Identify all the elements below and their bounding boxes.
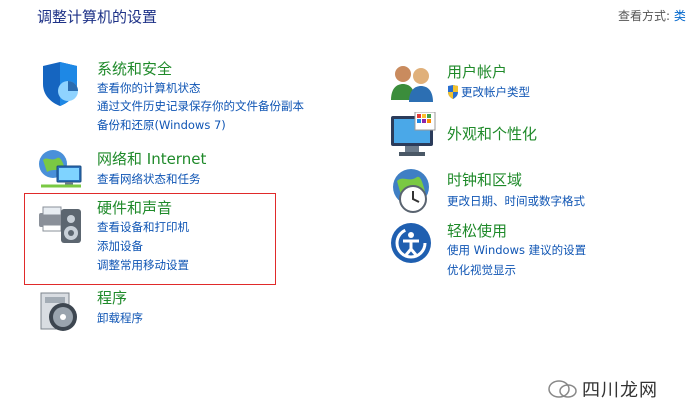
- clock-globe-icon[interactable]: [389, 167, 439, 217]
- page-title: 调整计算机的设置: [37, 8, 158, 26]
- link-network-status[interactable]: 查看网络状态和任务: [97, 171, 201, 187]
- category-title-hardware-sound[interactable]: 硬件和声音: [97, 197, 172, 218]
- link-date-time-format[interactable]: 更改日期、时间或数字格式: [447, 193, 585, 209]
- category-title-appearance[interactable]: 外观和个性化: [447, 123, 537, 144]
- network-globe-icon[interactable]: [37, 146, 87, 196]
- category-title-user-accounts[interactable]: 用户帐户: [447, 61, 507, 82]
- category-network: 网络和 Internet 查看网络状态和任务: [37, 146, 297, 190]
- programs-disc-icon[interactable]: [37, 289, 87, 339]
- uac-shield-icon: [447, 84, 459, 99]
- category-title-ease-access[interactable]: 轻松使用: [447, 220, 507, 241]
- category-hardware-sound: 硬件和声音 查看设备和打印机 添加设备 调整常用移动设置: [37, 197, 272, 281]
- view-mode-label: 查看方式:: [618, 9, 671, 23]
- link-uninstall-program[interactable]: 卸载程序: [97, 310, 143, 326]
- category-programs: 程序 卸载程序: [37, 287, 237, 335]
- category-user-accounts: 用户帐户 更改帐户类型: [389, 60, 649, 104]
- category-clock-region: 时钟和区域 更改日期、时间或数字格式: [389, 167, 669, 215]
- link-mobility-settings[interactable]: 调整常用移动设置: [97, 257, 189, 273]
- category-title-network[interactable]: 网络和 Internet: [97, 148, 206, 169]
- link-change-account-type[interactable]: 更改帐户类型: [461, 84, 530, 100]
- link-recommended-settings[interactable]: 使用 Windows 建议的设置: [447, 242, 586, 258]
- category-appearance: 外观和个性化: [389, 110, 649, 162]
- link-view-computer-status[interactable]: 查看你的计算机状态: [97, 80, 201, 96]
- view-mode-dropdown[interactable]: 类: [674, 9, 686, 23]
- watermark-logo-icon: [548, 378, 578, 400]
- accessibility-icon[interactable]: [389, 221, 439, 271]
- link-devices-printers[interactable]: 查看设备和打印机: [97, 219, 189, 235]
- link-backup-restore[interactable]: 备份和还原(Windows 7): [97, 117, 226, 133]
- view-mode: 查看方式: 类: [618, 7, 686, 24]
- users-icon[interactable]: [389, 62, 439, 112]
- shield-icon[interactable]: [37, 60, 87, 110]
- link-file-history-backup[interactable]: 通过文件历史记录保存你的文件备份副本: [97, 98, 304, 114]
- printer-speaker-icon[interactable]: [37, 199, 87, 249]
- category-title-programs[interactable]: 程序: [97, 287, 127, 308]
- category-system-security: 系统和安全 查看你的计算机状态 通过文件历史记录保存你的文件备份副本 备份和还原…: [37, 58, 337, 138]
- link-add-device[interactable]: 添加设备: [97, 238, 143, 254]
- category-ease-access: 轻松使用 使用 Windows 建议的设置 优化视觉显示: [389, 219, 679, 279]
- watermark: 四川龙网: [548, 374, 698, 404]
- watermark-text: 四川龙网: [582, 380, 658, 401]
- link-optimize-display[interactable]: 优化视觉显示: [447, 262, 516, 278]
- category-title-system-security[interactable]: 系统和安全: [97, 58, 172, 79]
- monitor-palette-icon[interactable]: [389, 111, 439, 162]
- category-title-clock-region[interactable]: 时钟和区域: [447, 169, 522, 190]
